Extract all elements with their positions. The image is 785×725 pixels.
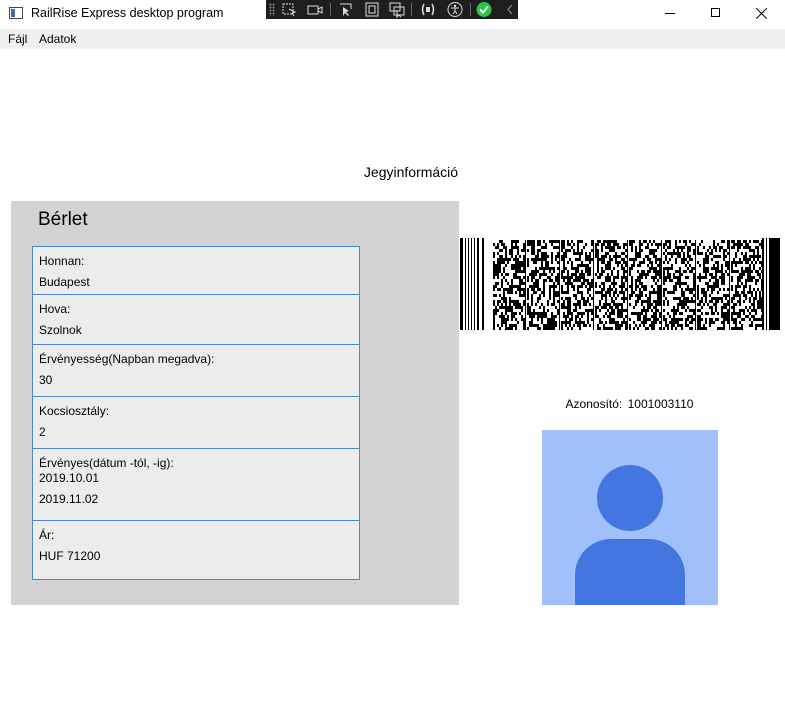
avatar-head	[597, 465, 663, 531]
identifier-line: Azonosító: 1001003110	[542, 397, 717, 411]
price-label: Ár:	[39, 528, 55, 542]
maximize-button[interactable]	[693, 0, 739, 28]
price-value: HUF 71200	[39, 549, 101, 563]
identifier-label: Azonosító:	[565, 397, 623, 411]
menu-bar: Fájl Adatok	[0, 29, 785, 49]
binding-icon[interactable]	[419, 1, 437, 18]
minimize-icon	[665, 13, 675, 14]
close-button[interactable]	[739, 0, 785, 28]
valid-to-value: 2019.11.02	[39, 492, 99, 506]
valid-range-field: Érvényes(dátum -tól, -ig): 2019.10.01 20…	[32, 448, 360, 521]
menu-file[interactable]: Fájl	[8, 32, 27, 46]
from-field: Honnan: Budapest	[32, 246, 360, 295]
validity-days-label: Érvényesség(Napban megadva):	[39, 352, 215, 366]
class-label: Kocsiosztály:	[39, 404, 110, 418]
check-icon[interactable]	[475, 1, 493, 18]
collapse-icon[interactable]	[501, 1, 519, 18]
barcode-icon	[460, 238, 780, 330]
class-value: 2	[39, 425, 46, 439]
accessibility-icon[interactable]	[446, 1, 464, 18]
valid-range-label: Érvényes(dátum -tól, -ig):	[39, 456, 174, 470]
to-label: Hova:	[39, 302, 71, 316]
page-title: Jegyinformáció	[363, 164, 459, 180]
toolbar-grip-icon[interactable]	[269, 3, 275, 16]
to-value: Szolnok	[39, 323, 82, 337]
validity-days-field: Érvényesség(Napban megadva): 30	[32, 344, 360, 397]
focus-icon[interactable]	[388, 1, 406, 18]
debug-toolbar	[266, 0, 518, 19]
valid-from-value: 2019.10.01	[39, 471, 100, 485]
price-field: Ár: HUF 71200	[32, 520, 360, 580]
to-field: Hova: Szolnok	[32, 294, 360, 345]
menu-data[interactable]: Adatok	[39, 32, 76, 46]
minimize-button[interactable]	[647, 0, 693, 28]
app-icon	[9, 7, 23, 19]
class-field: Kocsiosztály: 2	[32, 396, 360, 449]
bounds-icon[interactable]	[363, 1, 381, 18]
maximize-icon	[711, 8, 720, 17]
pointer-icon[interactable]	[337, 1, 355, 18]
close-icon	[755, 7, 768, 20]
person-placeholder-icon	[542, 430, 718, 605]
avatar-body	[575, 539, 685, 605]
validity-days-value: 30	[39, 373, 53, 387]
ticket-panel: Bérlet Honnan: Budapest Hova: Szolnok Ér…	[11, 201, 459, 605]
from-value: Budapest	[39, 275, 90, 289]
identifier-value: 1001003110	[627, 397, 694, 411]
select-element-icon[interactable]	[280, 1, 298, 18]
ticket-type-title: Bérlet	[38, 209, 88, 230]
window-title: RailRise Express desktop program	[31, 6, 224, 20]
record-icon[interactable]	[306, 1, 324, 18]
from-label: Honnan:	[39, 254, 85, 268]
